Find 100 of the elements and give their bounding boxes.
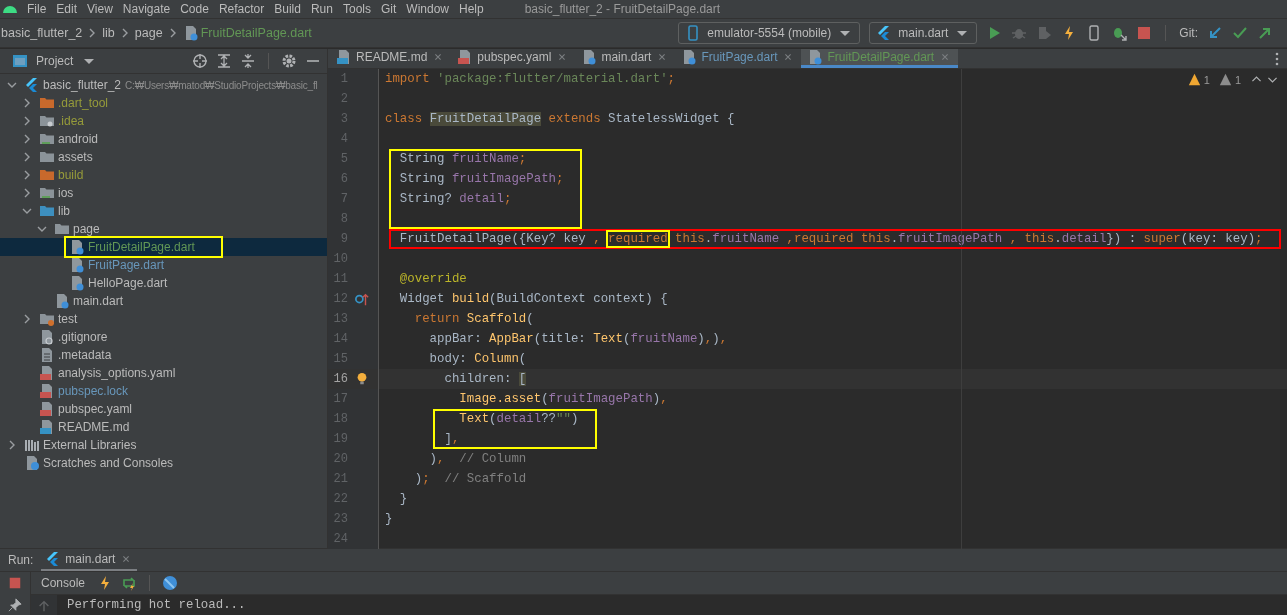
item-label: ios <box>58 186 74 200</box>
run-config-dropdown[interactable]: main.dart <box>869 22 978 44</box>
tree-item[interactable]: ios <box>0 184 327 202</box>
code-line: String fruitImagePath; <box>398 172 564 186</box>
editor-tab[interactable]: pubspec.yaml <box>451 49 576 68</box>
breadcrumb-item[interactable]: basic_flutter_2 <box>1 26 83 40</box>
warning-count: 1 <box>1234 73 1241 86</box>
crosshair-icon[interactable] <box>192 53 208 69</box>
item-label: analysis_options.yaml <box>58 366 176 380</box>
menu-item[interactable]: Refactor <box>213 2 270 16</box>
item-label: main.dart <box>73 294 124 308</box>
item-label: .dart_tool <box>58 96 109 110</box>
code-line: return Scaffold( <box>413 312 534 326</box>
tree-item[interactable]: External Libraries <box>0 436 327 454</box>
breadcrumb-item[interactable]: lib <box>102 26 115 40</box>
code-line: String? detail; <box>398 192 512 206</box>
code-line: } <box>385 512 393 526</box>
item-label: External Libraries <box>43 438 137 452</box>
tree-item[interactable]: basic_flutter_2 C:₩Users₩matod₩StudioProjects₩basic_fl <box>0 76 327 94</box>
git-label: Git: <box>1179 26 1198 40</box>
pin-icon[interactable] <box>8 598 22 612</box>
item-label: lib <box>58 204 70 218</box>
item-label: FruitPage.dart <box>88 258 165 272</box>
tree-item[interactable]: Scratches and Consoles <box>0 454 327 472</box>
window-title: basic_flutter_2 - FruitDetailPage.dart <box>524 2 721 16</box>
tree-item[interactable]: main.dart <box>0 292 327 310</box>
arrow-icon[interactable] <box>1257 25 1273 41</box>
reload-icon[interactable] <box>121 575 138 591</box>
item-label: FruitDetailPage.dart <box>88 240 195 254</box>
item-label: .idea <box>58 114 85 128</box>
editor-tab[interactable]: FruitPage.dart <box>675 49 802 68</box>
editor-tab[interactable]: main.dart <box>575 49 676 68</box>
console-tab[interactable]: Console <box>41 576 86 590</box>
breadcrumb-item[interactable]: FruitDetailPage.dart <box>200 26 312 40</box>
panel-title[interactable]: Project <box>36 54 74 68</box>
folder-path: C:₩Users₩matod₩StudioProjects₩basic_fl <box>125 79 318 91</box>
arrow-icon[interactable] <box>1207 25 1223 41</box>
code-line: body: Column( <box>428 352 527 366</box>
tree-item[interactable]: FruitDetailPage.dart <box>0 238 327 256</box>
warning-count: 1 <box>1203 73 1210 86</box>
code-line: ), // Column <box>428 452 527 466</box>
tree-item[interactable]: FruitPage.dart <box>0 256 327 274</box>
item-label: .gitignore <box>58 330 108 344</box>
item-label: build <box>58 168 84 182</box>
item-label: pubspec.lock <box>58 384 129 398</box>
override-icon[interactable] <box>355 292 369 306</box>
tree-item[interactable]: lib <box>0 202 327 220</box>
tree-item[interactable]: .idea <box>0 112 327 130</box>
run-tab[interactable]: main.dart <box>41 549 138 571</box>
item-label: test <box>58 312 78 326</box>
device-dropdown[interactable]: emulator-5554 (mobile) <box>678 22 861 44</box>
tree-item[interactable]: build <box>0 166 327 184</box>
item-label: basic_flutter_2 <box>43 78 122 92</box>
settings-icon[interactable] <box>281 53 297 69</box>
item-label: Scratches and Consoles <box>43 456 174 470</box>
tree-item[interactable]: test <box>0 310 327 328</box>
tree-item[interactable]: .gitignore <box>0 328 327 346</box>
code-line: ], <box>443 432 460 446</box>
menu-item[interactable]: Build <box>269 2 306 16</box>
code-line: } <box>398 492 408 506</box>
menu-item[interactable]: Code <box>175 2 214 16</box>
stop-icon[interactable] <box>1136 25 1153 41</box>
code-line: import 'package:flutter/material.dart'; <box>385 72 675 86</box>
console-output: Performing hot reload... <box>66 597 246 614</box>
code-line: appBar: AppBar(title: Text(fruitName),), <box>428 332 728 346</box>
item-label: android <box>58 132 99 146</box>
tree-item[interactable]: HelloPage.dart <box>0 274 327 292</box>
lightbulb-icon[interactable] <box>355 372 369 386</box>
tree-item[interactable]: pubspec.yaml <box>0 400 327 418</box>
breadcrumb-item[interactable]: page <box>134 26 163 40</box>
menu-item[interactable]: Edit <box>51 2 83 16</box>
tree-item[interactable]: .dart_tool <box>0 94 327 112</box>
menu-item[interactable]: View <box>82 2 118 16</box>
tree-item[interactable]: analysis_options.yaml <box>0 364 327 382</box>
tree-item[interactable]: README.md <box>0 418 327 436</box>
menu-item[interactable]: Git <box>375 2 402 16</box>
expand-all-icon[interactable] <box>216 53 232 69</box>
tree-item[interactable]: pubspec.lock <box>0 382 327 400</box>
collapse-all-icon[interactable] <box>240 53 256 69</box>
code-line: FruitDetailPage({Key? key , required this.fruitName ,required this.fruitImagePath , this.detail}) : super(key: key); <box>398 232 1263 246</box>
item-label: assets <box>58 150 93 164</box>
tree-item[interactable]: android <box>0 130 327 148</box>
menu-item[interactable]: Tools <box>337 2 376 16</box>
tree-item[interactable]: page <box>0 220 327 238</box>
menu-item[interactable]: Navigate <box>117 2 176 16</box>
code-line: @override <box>398 272 467 286</box>
menu-item[interactable]: Window <box>401 2 454 16</box>
tree-item[interactable]: .metadata <box>0 346 327 364</box>
code-line: class FruitDetailPage extends StatelessWidget { <box>385 112 735 126</box>
check-icon[interactable] <box>1232 25 1248 41</box>
menu-item[interactable]: Help <box>454 2 489 16</box>
stop-icon[interactable] <box>8 576 22 590</box>
menu-item[interactable]: Run <box>305 2 338 16</box>
code-line: Image.asset(fruitImagePath), <box>458 392 668 406</box>
code-line: Widget build(BuildContext context) { <box>398 292 668 306</box>
menu-item[interactable]: File <box>22 2 52 16</box>
editor-tab[interactable]: README.md <box>330 49 452 68</box>
code-line: Text(detail??"") <box>458 412 579 426</box>
tree-item[interactable]: assets <box>0 148 327 166</box>
item-label: pubspec.yaml <box>58 402 133 416</box>
